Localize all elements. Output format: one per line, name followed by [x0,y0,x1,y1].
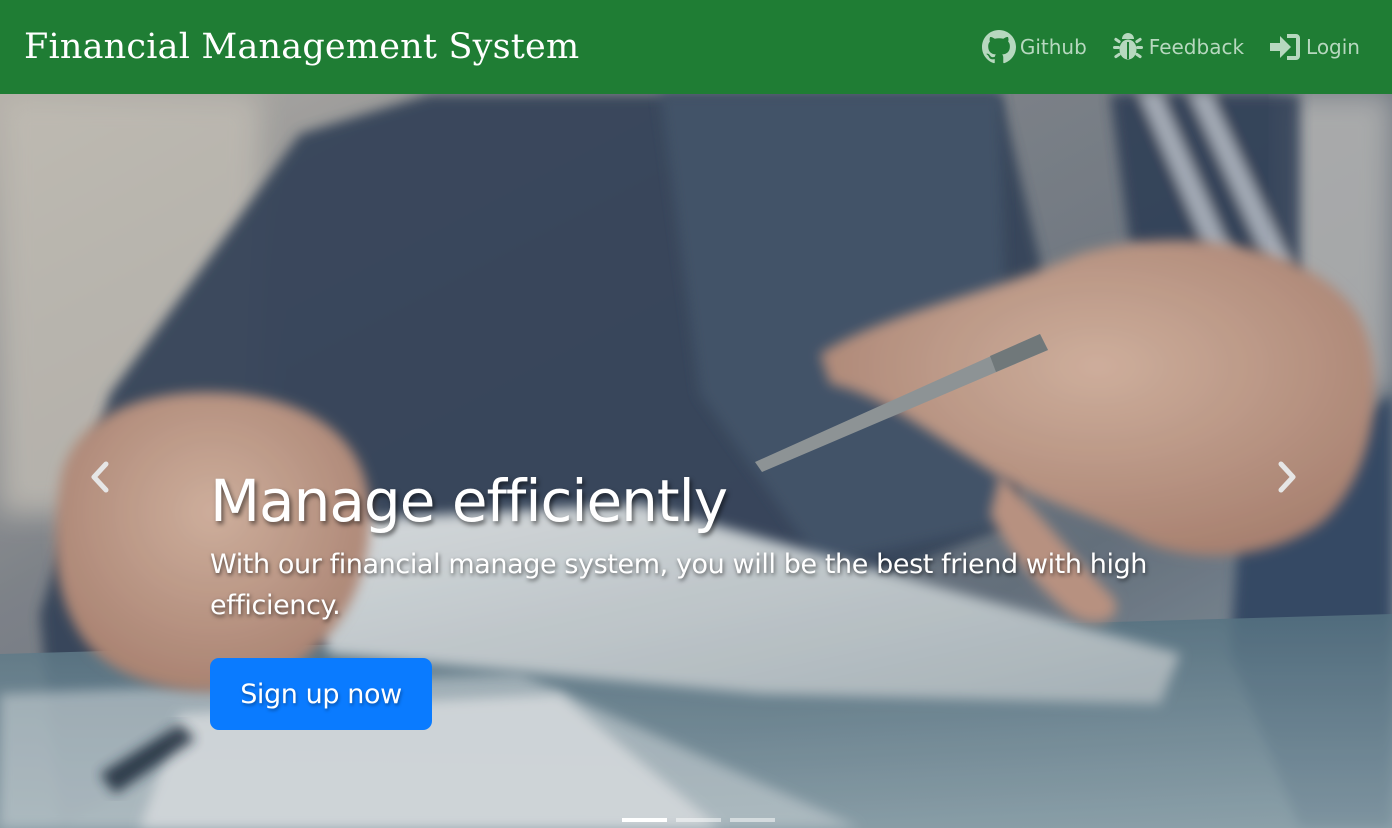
sign-up-button[interactable]: Sign up now [210,658,432,730]
nav-link-label: Github [1019,35,1087,59]
nav-link-feedback[interactable]: Feedback [1111,30,1244,64]
carousel-caption: Manage efficiently With our financial ma… [210,466,1210,626]
bug-icon [1111,30,1145,64]
navbar: Financial Management System Github Feedb… [0,0,1392,94]
brand-title[interactable]: Financial Management System [24,27,579,67]
hero-description: With our financial manage system, you wi… [210,549,1148,621]
nav-link-github[interactable]: Github [981,30,1087,64]
carousel-indicator-2[interactable] [676,818,721,822]
nav-link-label: Login [1306,35,1360,59]
nav-links: Github Feedback Login [981,30,1360,64]
carousel-indicators [622,818,775,822]
chevron-right-icon [1276,461,1298,498]
sign-in-icon [1268,31,1302,63]
github-icon [981,30,1016,64]
carousel-prev-button[interactable] [80,454,120,504]
nav-link-login[interactable]: Login [1268,31,1360,63]
hero-background-image [0,94,1392,828]
carousel-indicator-1[interactable] [622,818,667,822]
chevron-left-icon [89,461,111,498]
hero-carousel: Manage efficiently With our financial ma… [0,94,1392,828]
nav-link-label: Feedback [1148,35,1245,59]
carousel-indicator-3[interactable] [730,818,775,822]
carousel-next-button[interactable] [1267,454,1307,504]
hero-title: Manage efficiently [210,467,728,535]
